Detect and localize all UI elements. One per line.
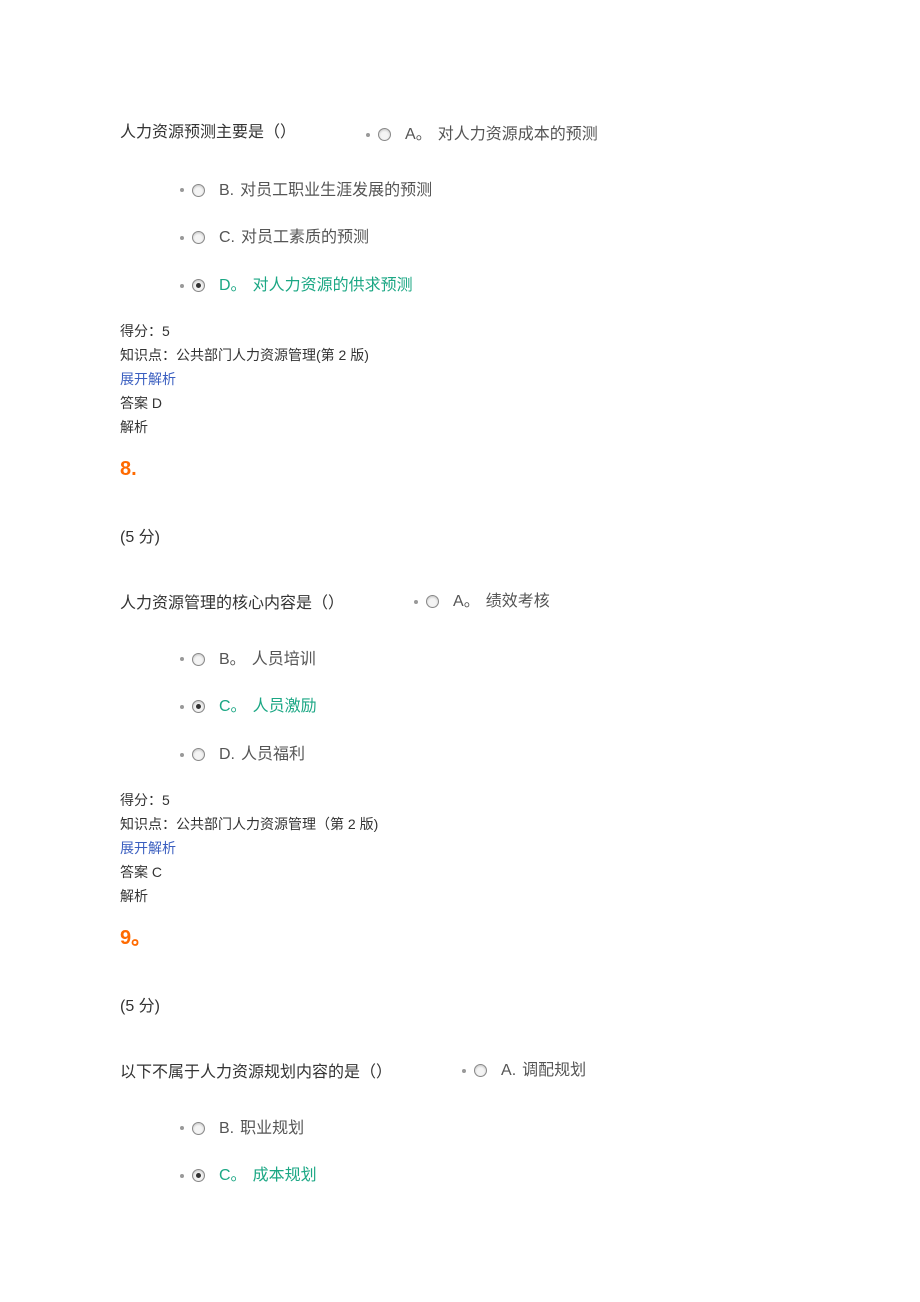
expand-link[interactable]: 展开解析 [120,368,800,392]
option-c[interactable]: C。 人员激励 [180,694,800,720]
option-label: A。 [405,122,432,148]
bullet-icon [180,705,184,709]
option-label: B。 [219,647,246,673]
option-text: 绩效考核 [486,589,550,615]
question-number-9: 9。 [120,922,800,954]
question-text: 人力资源预测主要是（） [120,120,296,146]
option-list: B. 职业规划 C。 成本规划 [180,1116,800,1189]
meta-block: 得分：5 知识点：公共部门人力资源管理（第 2 版) 展开解析 答案 C 解析 [120,789,800,908]
option-text: 职业规划 [240,1116,304,1142]
option-a[interactable]: A. 调配规划 [462,1058,586,1084]
option-label: A。 [453,589,480,615]
analysis-label: 解析 [120,416,800,440]
points-text: (5 分) [120,525,800,551]
score-text: 得分：5 [120,320,800,344]
knowledge-text: 知识点：公共部门人力资源管理(第 2 版) [120,344,800,368]
option-label: D。 [219,273,247,299]
radio-icon [192,1122,205,1135]
points-text: (5 分) [120,994,800,1020]
option-d[interactable]: D。 对人力资源的供求预测 [180,273,800,299]
meta-block: 得分：5 知识点：公共部门人力资源管理(第 2 版) 展开解析 答案 D 解析 [120,320,800,439]
bullet-icon [366,133,370,137]
bullet-icon [180,753,184,757]
option-label: B. [219,178,234,204]
question-block-8: 人力资源管理的核心内容是（） A。 绩效考核 B。 人员培训 C。 人员激励 D… [120,591,800,908]
option-list: B。 人员培训 C。 人员激励 D. 人员福利 [180,647,800,768]
bullet-icon [180,1174,184,1178]
bullet-icon [180,657,184,661]
answer-text: 答案 C [120,861,800,885]
question-block-7: 人力资源预测主要是（） A。 对人力资源成本的预测 B. 对员工职业生涯发展的预… [120,120,800,439]
option-label: D. [219,742,235,768]
radio-icon-selected [192,700,205,713]
option-label: A. [501,1058,516,1084]
question-row: 人力资源管理的核心内容是（） A。 绩效考核 [120,591,800,617]
option-d[interactable]: D. 人员福利 [180,742,800,768]
expand-link[interactable]: 展开解析 [120,837,800,861]
radio-icon-selected [192,279,205,292]
score-text: 得分：5 [120,789,800,813]
bullet-icon [180,236,184,240]
option-text: 人员激励 [253,694,317,720]
option-text: 对员工职业生涯发展的预测 [240,178,432,204]
answer-text: 答案 D [120,392,800,416]
option-c[interactable]: C. 对员工素质的预测 [180,225,800,251]
option-label: C. [219,225,235,251]
question-block-9: 以下不属于人力资源规划内容的是（） A. 调配规划 B. 职业规划 C。 成本规… [120,1060,800,1189]
bullet-icon [180,1126,184,1130]
radio-icon [426,595,439,608]
analysis-label: 解析 [120,885,800,909]
option-text: 人员福利 [241,742,305,768]
bullet-icon [414,600,418,604]
option-list: B. 对员工职业生涯发展的预测 C. 对员工素质的预测 D。 对人力资源的供求预… [180,178,800,299]
option-b[interactable]: B。 人员培训 [180,647,800,673]
bullet-icon [462,1069,466,1073]
radio-icon [192,184,205,197]
radio-icon [474,1064,487,1077]
question-number-8: 8. [120,453,800,485]
bullet-icon [180,188,184,192]
option-label: B. [219,1116,234,1142]
option-text: 成本规划 [253,1163,317,1189]
option-text: 调配规划 [522,1058,586,1084]
option-a[interactable]: A。 对人力资源成本的预测 [366,122,598,148]
option-text: 对人力资源的供求预测 [253,273,413,299]
radio-icon [192,653,205,666]
option-c[interactable]: C。 成本规划 [180,1163,800,1189]
option-text: 人员培训 [252,647,316,673]
radio-icon [192,231,205,244]
option-a[interactable]: A。 绩效考核 [414,589,550,615]
question-text: 人力资源管理的核心内容是（） [120,591,344,617]
option-label: C。 [219,1163,247,1189]
radio-icon-selected [192,1169,205,1182]
knowledge-text: 知识点：公共部门人力资源管理（第 2 版) [120,813,800,837]
option-b[interactable]: B. 对员工职业生涯发展的预测 [180,178,800,204]
question-row: 以下不属于人力资源规划内容的是（） A. 调配规划 [120,1060,800,1086]
radio-icon [192,748,205,761]
option-text: 对人力资源成本的预测 [438,122,598,148]
option-label: C。 [219,694,247,720]
option-text: 对员工素质的预测 [241,225,369,251]
question-text: 以下不属于人力资源规划内容的是（） [120,1060,392,1086]
option-b[interactable]: B. 职业规划 [180,1116,800,1142]
bullet-icon [180,284,184,288]
question-row: 人力资源预测主要是（） A。 对人力资源成本的预测 [120,120,800,148]
radio-icon [378,128,391,141]
